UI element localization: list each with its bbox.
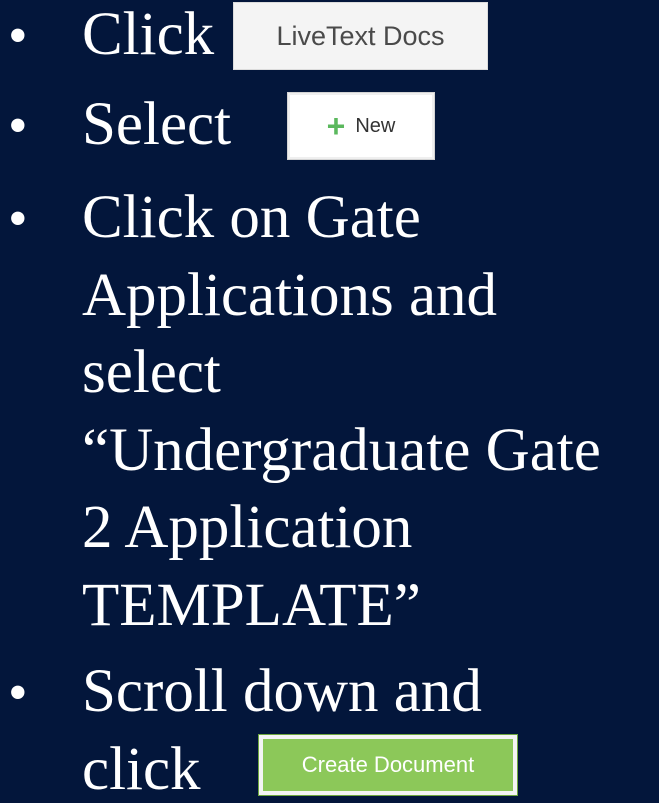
create-document-button[interactable]: Create Document: [258, 734, 518, 796]
bullet-step-3: •: [8, 188, 28, 250]
instruction-slide: • Click LiveText Docs • Select + New • C…: [0, 0, 659, 800]
livetext-docs-button[interactable]: LiveText Docs: [233, 2, 488, 70]
livetext-docs-label: LiveText Docs: [276, 20, 445, 51]
step-3-line-1: Click on Gate: [82, 184, 421, 251]
step-3-line-6: TEMPLATE”: [82, 572, 421, 639]
step-2-text: Select: [82, 91, 232, 158]
create-document-label: Create Document: [301, 752, 475, 777]
new-button[interactable]: + New: [287, 92, 435, 160]
step-3-line-2: Applications and: [82, 262, 498, 329]
step-3-line-4: “Undergraduate Gate: [82, 417, 601, 484]
step-4-line-2: click: [82, 736, 201, 803]
bullet-step-2: •: [8, 95, 28, 157]
plus-icon: +: [326, 108, 346, 144]
new-label: New: [355, 114, 396, 137]
step-3-line-3: select: [82, 339, 221, 406]
step-4-line-1: Scroll down and: [82, 658, 482, 725]
bullet-step-1: •: [8, 5, 28, 67]
step-1-text: Click: [82, 1, 215, 68]
bullet-step-4: •: [8, 662, 28, 724]
step-3-line-5: 2 Application: [82, 494, 413, 561]
